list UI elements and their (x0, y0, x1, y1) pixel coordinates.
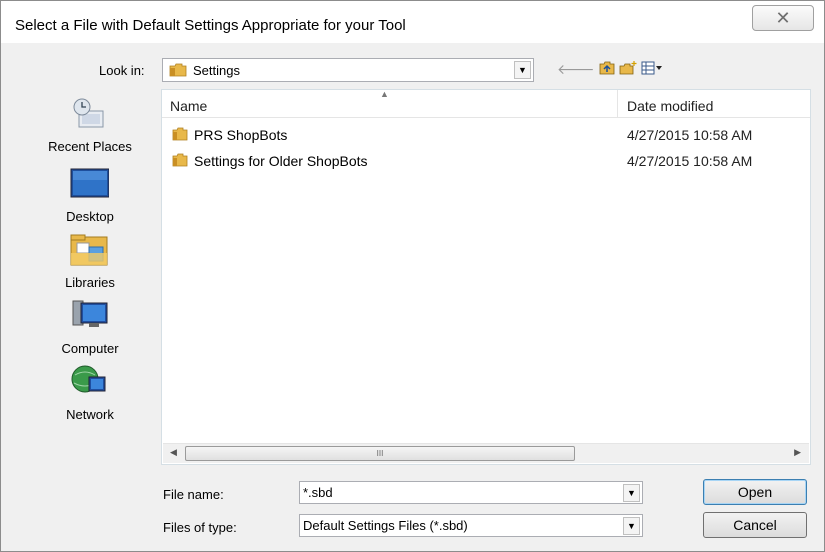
file-name: PRS ShopBots (194, 127, 288, 143)
place-label: Desktop (66, 209, 114, 224)
filename-combobox[interactable]: *.sbd ▼ (299, 481, 643, 504)
libraries-icon (69, 231, 109, 267)
close-icon: ✕ (775, 7, 791, 29)
open-button[interactable]: Open (703, 479, 807, 505)
close-button[interactable]: ✕ (752, 5, 814, 31)
column-header-date[interactable]: Date modified (619, 90, 809, 118)
filetype-value: Default Settings Files (*.sbd) (303, 518, 468, 533)
scroll-thumb[interactable]: III (185, 446, 575, 461)
folder-icon (172, 127, 188, 144)
up-folder-icon[interactable] (599, 61, 615, 78)
file-dialog: Select a File with Default Settings Appr… (0, 0, 825, 552)
title-bar: Select a File with Default Settings Appr… (1, 1, 824, 43)
chevron-down-icon[interactable]: ▼ (623, 517, 640, 535)
desktop-icon (69, 165, 110, 201)
place-label: Libraries (65, 275, 115, 290)
file-name: Settings for Older ShopBots (194, 153, 368, 169)
place-label: Network (66, 407, 114, 422)
place-recent-places[interactable]: Recent Places (15, 95, 161, 161)
recent-places-icon (69, 95, 109, 131)
view-menu-icon[interactable] (641, 61, 663, 78)
places-bar: Recent Places Desktop Libraries Computer… (15, 89, 161, 461)
place-label: Computer (61, 341, 119, 356)
filetype-label: Files of type: (163, 520, 237, 535)
folder-icon (172, 153, 188, 170)
chevron-down-icon[interactable]: ▼ (514, 61, 531, 79)
sort-ascending-icon: ▲ (380, 89, 389, 99)
column-header-name[interactable]: ▲ Name (162, 89, 618, 118)
scroll-thumb-grip: III (376, 449, 384, 458)
column-header-date-label: Date modified (627, 98, 714, 114)
lookin-value: Settings (193, 63, 240, 78)
filename-input[interactable]: *.sbd (303, 485, 333, 500)
file-row[interactable]: Settings for Older ShopBots 4/27/2015 10… (162, 148, 810, 172)
dialog-title: Select a File with Default Settings Appr… (15, 17, 406, 34)
network-icon (69, 363, 109, 399)
file-row[interactable]: PRS ShopBots 4/27/2015 10:58 AM (162, 122, 810, 146)
file-date: 4/27/2015 10:58 AM (627, 153, 753, 169)
column-header-name-label: Name (170, 98, 208, 114)
place-computer[interactable]: Computer (15, 297, 161, 363)
folder-icon (169, 63, 187, 80)
place-libraries[interactable]: Libraries (15, 231, 161, 297)
place-desktop[interactable]: Desktop (15, 165, 161, 231)
filetype-select[interactable]: Default Settings Files (*.sbd) ▼ (299, 514, 643, 537)
scroll-left-icon[interactable]: ◀ (170, 447, 177, 458)
cancel-button[interactable]: Cancel (703, 512, 807, 538)
filename-label: File name: (163, 487, 224, 502)
place-network[interactable]: Network (15, 363, 161, 429)
file-list[interactable]: ▲ Name Date modified PRS ShopBots 4/27/2… (161, 89, 811, 465)
file-date: 4/27/2015 10:58 AM (627, 127, 753, 143)
new-folder-icon[interactable] (619, 60, 637, 78)
toolbar: 🡐 (557, 59, 663, 79)
horizontal-scrollbar[interactable]: ◀ III ▶ (163, 443, 809, 463)
column-header: ▲ Name Date modified (162, 89, 810, 118)
chevron-down-icon[interactable]: ▼ (623, 484, 640, 502)
back-icon[interactable]: 🡐 (557, 61, 595, 78)
computer-icon (69, 297, 109, 333)
lookin-combobox[interactable]: Settings ▼ (162, 58, 534, 82)
scroll-right-icon[interactable]: ▶ (794, 447, 801, 458)
lookin-label: Look in: (99, 63, 145, 78)
place-label: Recent Places (48, 139, 132, 154)
